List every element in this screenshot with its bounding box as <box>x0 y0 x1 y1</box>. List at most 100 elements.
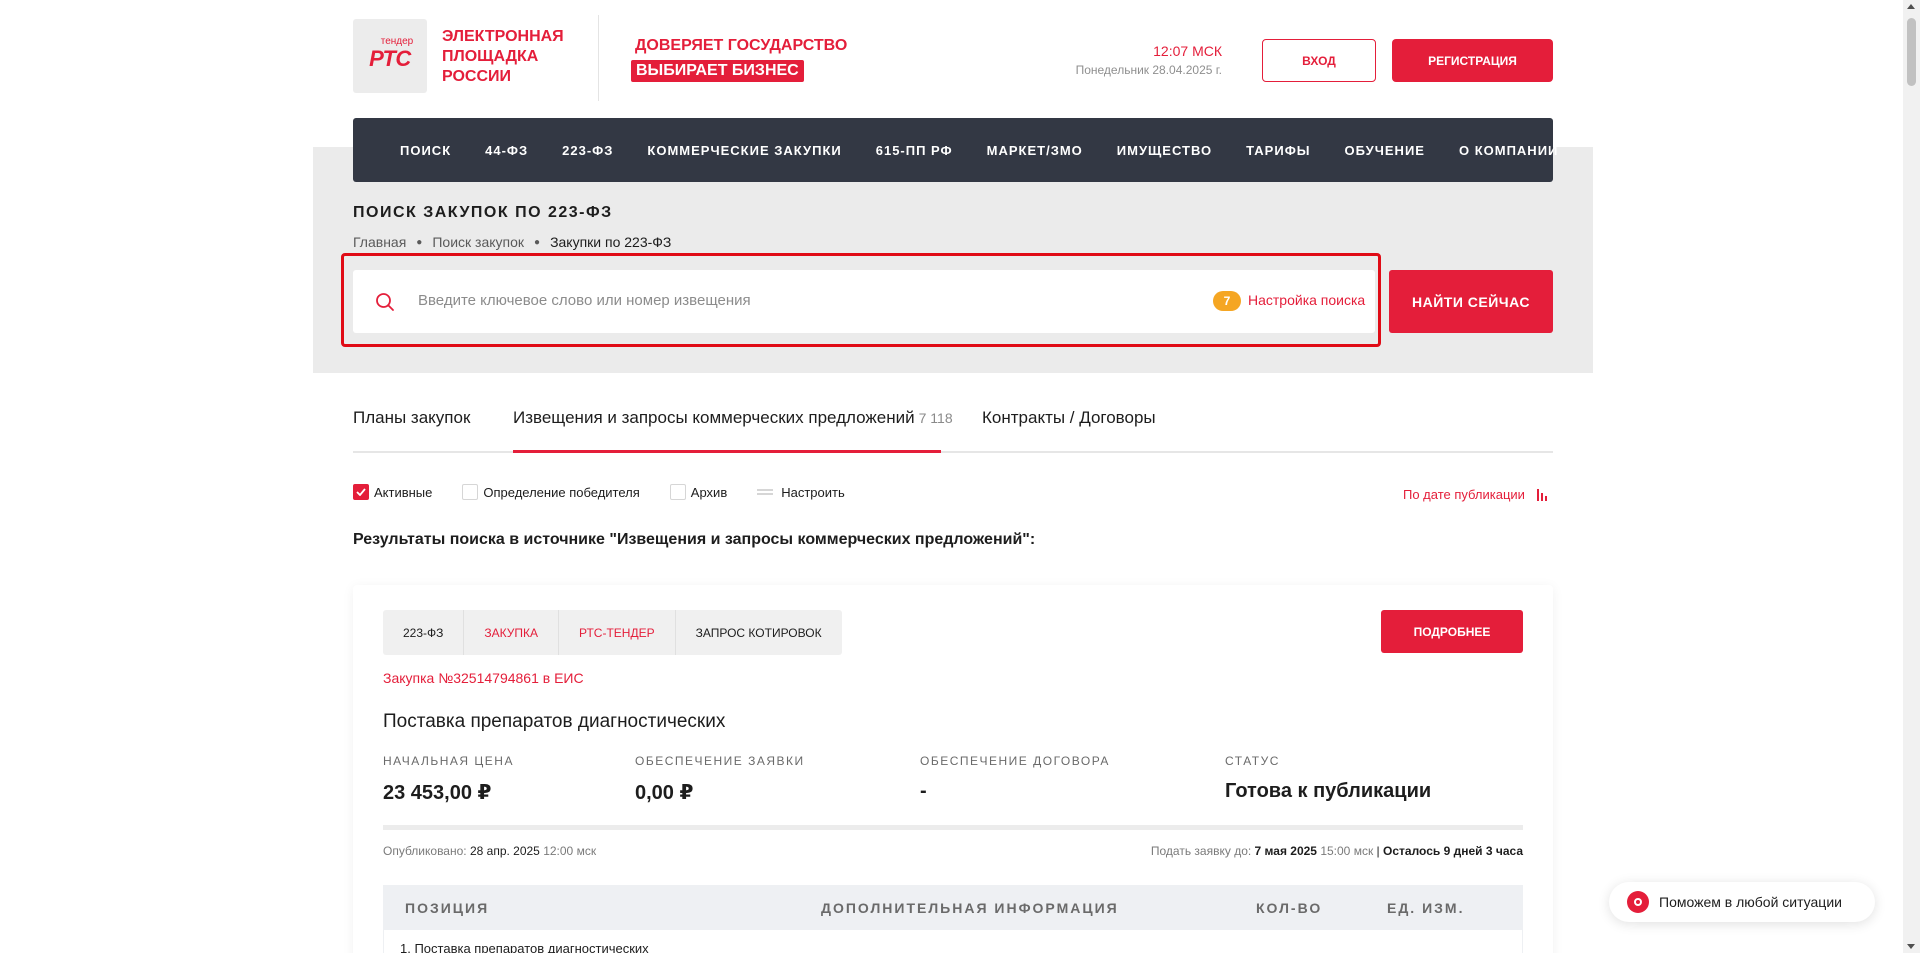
nav-item-search[interactable]: ПОИСК <box>400 143 451 158</box>
tab-plans[interactable]: Планы закупок <box>353 408 470 428</box>
info-label: ОБЕСПЕЧЕНИЕ ДОГОВОРА <box>920 754 1110 768</box>
breadcrumb-current: Закупки по 223-ФЗ <box>550 234 672 250</box>
nav-item-market[interactable]: МАРКЕТ/ЗМО <box>987 143 1083 158</box>
brand-line: РОССИИ <box>442 68 512 85</box>
card-tags: 223-ФЗ ЗАКУПКА РТС-ТЕНДЕР ЗАПРОС КОТИРОВ… <box>383 610 842 655</box>
tab-contracts[interactable]: Контракты / Договоры <box>982 408 1156 428</box>
sort-bars-icon <box>1536 488 1547 501</box>
brand-line: ПЛОЩАДКА <box>442 48 539 65</box>
nav-item-615pp[interactable]: 615-ПП РФ <box>876 143 953 158</box>
filter-winner[interactable]: Определение победителя <box>462 484 640 500</box>
scrollbar[interactable] <box>1903 0 1920 953</box>
tabs: Планы закупок Извещения и запросы коммер… <box>353 404 1553 453</box>
filter-label: Активные <box>374 484 433 500</box>
info-value: Готова к публикации <box>1225 780 1432 802</box>
checkbox-checked-icon[interactable] <box>353 484 369 500</box>
filter-configure[interactable]: Настроить <box>757 485 845 500</box>
tag-platform: РТС-ТЕНДЕР <box>559 610 676 655</box>
nav-item-commercial[interactable]: КОММЕРЧЕСКИЕ ЗАКУПКИ <box>647 143 841 158</box>
tab-notices[interactable]: Извещения и запросы коммерческих предлож… <box>513 408 953 428</box>
tab-label: Контракты / Договоры <box>982 408 1156 427</box>
tag-law: 223-ФЗ <box>383 610 465 655</box>
details-button[interactable]: ПОДРОБНЕЕ <box>1381 610 1523 653</box>
brand-name: ЭЛЕКТРОННАЯ ПЛОЩАДКА РОССИИ <box>442 27 564 87</box>
page: тендер РТС ЭЛЕКТРОННАЯ ПЛОЩАДКА РОССИИ Д… <box>0 0 1920 953</box>
logo-main-text: РТС <box>369 46 411 71</box>
column-header-quantity: КОЛ-ВО <box>1256 900 1323 916</box>
breadcrumb-separator: ● <box>534 236 541 248</box>
scroll-down-arrow-icon[interactable] <box>1907 944 1915 949</box>
current-date: Понедельник 28.04.2025 г. <box>1075 63 1222 77</box>
settings-lines-icon <box>757 489 774 495</box>
table-row: 1. Поставка препаратов диагностических <box>383 930 1523 953</box>
active-tab-indicator <box>513 450 941 453</box>
info-status: СТАТУС Готова к публикации <box>1225 754 1431 803</box>
tag-method: ЗАПРОС КОТИРОВОК <box>695 625 822 640</box>
nav-item-223fz[interactable]: 223-ФЗ <box>562 143 613 158</box>
filter-label: Определение победителя <box>483 484 640 500</box>
brand-line: ЭЛЕКТРОННАЯ <box>442 28 564 45</box>
published-info: Опубликовано: 28 апр. 2025 12:00 мск <box>383 844 596 858</box>
breadcrumb: Главная ● Поиск закупок ● Закупки по 223… <box>353 234 671 250</box>
purchase-name[interactable]: Поставка препаратов диагностических <box>383 711 725 733</box>
help-label: Поможем в любой ситуации <box>1659 894 1842 910</box>
deadline-prefix: Подать заявку до: <box>1150 844 1252 858</box>
info-label: СТАТУС <box>1225 754 1280 768</box>
deadline-remaining: Осталось 9 дней 3 часа <box>1383 844 1523 858</box>
header-divider <box>598 15 599 101</box>
scroll-up-arrow-icon[interactable] <box>1907 4 1915 9</box>
published-date: 28 апр. 2025 <box>469 844 540 858</box>
published-prefix: Опубликовано: <box>383 844 467 858</box>
purchase-number-link[interactable]: Закупка №32514794861 в ЕИС <box>383 670 584 686</box>
tag-type: ЗАКУПКА <box>464 610 560 655</box>
search-highlight-frame <box>341 253 1381 347</box>
purchase-card: 223-ФЗ ЗАКУПКА РТС-ТЕНДЕР ЗАПРОС КОТИРОВ… <box>353 585 1553 953</box>
tab-count: 7 118 <box>918 410 953 426</box>
info-start-price: НАЧАЛЬНАЯ ЦЕНА 23 453,00 ₽ <box>383 754 514 805</box>
info-application-security: ОБЕСПЕЧЕНИЕ ЗАЯВКИ 0,00 ₽ <box>635 754 805 805</box>
checkbox-icon[interactable] <box>669 484 686 500</box>
deadline-time: 15:00 мск <box>1320 844 1374 858</box>
position-name: 1. Поставка препаратов диагностических <box>400 941 649 953</box>
help-widget[interactable]: Поможем в любой ситуации <box>1609 882 1875 922</box>
chat-icon <box>1627 891 1649 913</box>
current-time: 12:07 МСК <box>1153 43 1222 59</box>
breadcrumb-home[interactable]: Главная <box>353 234 406 250</box>
info-label: ОБЕСПЕЧЕНИЕ ЗАЯВКИ <box>635 754 805 768</box>
results-title: Результаты поиска в источнике "Извещения… <box>353 531 1036 548</box>
card-divider <box>383 825 1523 830</box>
column-header-unit: ЕД. ИЗМ. <box>1387 900 1465 916</box>
page-title: ПОИСК ЗАКУПОК ПО 223-ФЗ <box>353 204 613 221</box>
positions-table-header: ПОЗИЦИЯ ДОПОЛНИТЕЛЬНАЯ ИНФОРМАЦИЯ КОЛ-ВО… <box>383 885 1523 930</box>
info-value: 23 453,00 ₽ <box>383 782 492 804</box>
status-filters: Активные Определение победителя Архив На… <box>353 484 875 500</box>
nav-item-property[interactable]: ИМУЩЕСТВО <box>1117 143 1212 158</box>
sort-control[interactable]: По дате публикации <box>1403 487 1547 502</box>
find-now-button[interactable]: НАЙТИ СЕЙЧАС <box>1389 270 1553 333</box>
nav-item-44fz[interactable]: 44-ФЗ <box>485 143 528 158</box>
filter-active[interactable]: Активные <box>353 484 432 500</box>
tab-label: Извещения и запросы коммерческих предлож… <box>513 408 915 427</box>
filter-archive[interactable]: Архив <box>669 484 728 500</box>
nav-item-education[interactable]: ОБУЧЕНИЕ <box>1345 143 1425 158</box>
published-time: 12:00 мск <box>543 844 597 858</box>
deadline-info: Подать заявку до: 7 мая 2025 15:00 мск |… <box>1151 844 1523 858</box>
nav-item-tariffs[interactable]: ТАРИФЫ <box>1246 143 1310 158</box>
filter-label: Настроить <box>781 484 845 500</box>
info-value: - <box>920 780 927 802</box>
scrollbar-thumb[interactable] <box>1907 18 1916 86</box>
column-header-additional-info: ДОПОЛНИТЕЛЬНАЯ ИНФОРМАЦИЯ <box>821 900 1119 916</box>
filter-label: Архив <box>690 484 728 500</box>
slogan-line-1: ДОВЕРЯЕТ ГОСУДАРСТВО <box>635 37 848 54</box>
info-contract-security: ОБЕСПЕЧЕНИЕ ДОГОВОРА - <box>920 754 1110 803</box>
nav-item-about[interactable]: О КОМПАНИИ <box>1459 143 1558 158</box>
logo[interactable]: тендер РТС <box>353 19 427 93</box>
deadline-separator: | <box>1376 844 1380 858</box>
login-button[interactable]: ВХОД <box>1262 39 1376 82</box>
breadcrumb-search[interactable]: Поиск закупок <box>432 234 524 250</box>
slogan-line-2: ВЫБИРАЕТ БИЗНЕС <box>631 60 804 82</box>
register-button[interactable]: РЕГИСТРАЦИЯ <box>1392 39 1553 82</box>
sort-label: По дате публикации <box>1403 487 1525 502</box>
info-label: НАЧАЛЬНАЯ ЦЕНА <box>383 754 514 768</box>
checkbox-icon[interactable] <box>462 484 479 500</box>
